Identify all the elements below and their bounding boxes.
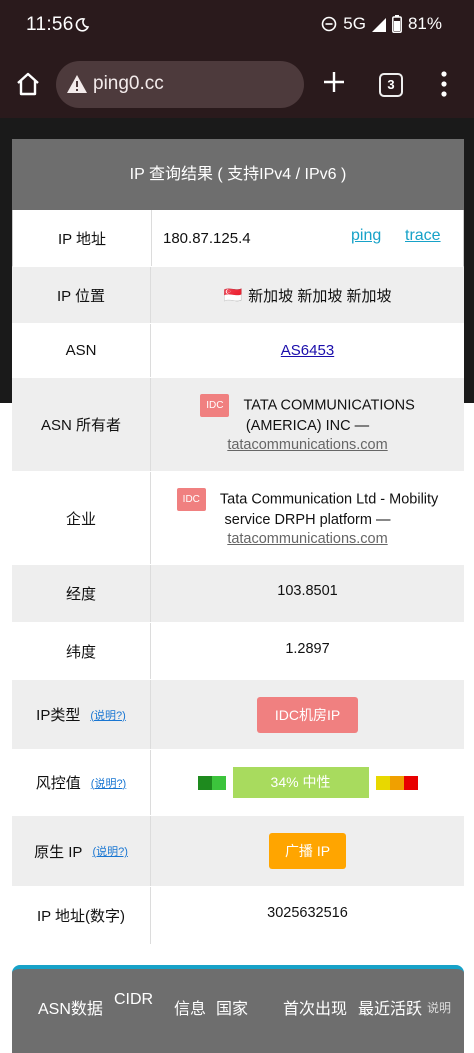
- battery-icon: [392, 15, 402, 33]
- row-native: 原生 IP (说明?) 广播 IP: [12, 816, 464, 887]
- enterprise-domain-link[interactable]: tatacommunications.com: [227, 530, 387, 549]
- new-tab-icon[interactable]: [320, 68, 348, 96]
- row-asn: ASN AS6453: [12, 324, 464, 378]
- trace-link[interactable]: trace: [405, 227, 441, 245]
- row-label: IP 地址: [13, 210, 152, 266]
- row-enterprise: 企业 IDC Tata Communication Ltd - Mobility …: [12, 472, 464, 565]
- native-ip-badge: 广播 IP: [268, 833, 347, 869]
- warning-icon[interactable]: [66, 74, 88, 94]
- column-header: 说明: [427, 1001, 452, 1015]
- row-asn-owner: ASN 所有者 IDC TATA COMMUNICATIONS (AMERICA)…: [12, 378, 464, 472]
- row-label: 风控值: [35, 775, 81, 792]
- risk-segment-low: [197, 775, 212, 790]
- ip-result-table: IP 查询结果 ( 支持IPv4 / IPv6 ) IP 地址 180.87.1…: [12, 139, 464, 945]
- row-ip-type: IP类型 (说明?) IDC机房IP: [12, 680, 464, 750]
- idc-tag: IDC: [176, 487, 206, 511]
- row-risk: 风控值 (说明?) 34% 中性: [12, 750, 464, 816]
- row-label: 企业: [12, 472, 151, 564]
- risk-segment-high: [389, 775, 404, 790]
- home-icon[interactable]: [14, 70, 42, 98]
- enterprise-name: Tata Communication Ltd - Mobility servic…: [219, 490, 439, 528]
- row-label: ASN: [12, 324, 151, 377]
- ip-numeric-value: 3025632516: [267, 905, 348, 921]
- row-label: 原生 IP: [34, 843, 83, 861]
- dnd-icon: [321, 16, 337, 32]
- address-bar[interactable]: ping0.cc: [56, 61, 304, 108]
- column-header: ASN数据: [38, 1001, 103, 1018]
- battery-level: 81%: [407, 14, 442, 33]
- row-label: IP 地址(数字): [12, 887, 151, 944]
- explain-link[interactable]: (说明?): [92, 843, 127, 859]
- asn-owner-name: TATA COMMUNICATIONS (AMERICA) INC —: [243, 397, 415, 434]
- longitude-value: 103.8501: [277, 583, 338, 599]
- column-header: 国家: [216, 1001, 249, 1018]
- ping-link[interactable]: ping: [351, 227, 381, 245]
- latitude-value: 1.2897: [285, 641, 330, 657]
- asn-link[interactable]: AS6453: [281, 342, 334, 359]
- column-header: CIDR: [114, 991, 154, 1008]
- risk-segment-low: [211, 775, 226, 790]
- row-longitude: 经度 103.8501: [12, 565, 464, 623]
- row-latitude: 纬度 1.2897: [12, 623, 464, 680]
- row-location: IP 位置 🇸🇬 新加坡 新加坡 新加坡: [12, 267, 464, 324]
- row-label: IP类型: [36, 707, 81, 724]
- table-header: IP 查询结果 ( 支持IPv4 / IPv6 ): [12, 139, 464, 210]
- column-header: 最近活跃: [358, 1001, 423, 1018]
- tab-switcher-button[interactable]: 3: [379, 73, 403, 97]
- risk-score-bar: 34% 中性: [232, 767, 369, 798]
- browser-toolbar: ping0.cc 3: [0, 52, 474, 118]
- network-type: 5G: [343, 14, 366, 33]
- ip-type-badge: IDC机房IP: [256, 696, 359, 733]
- row-label: IP 位置: [12, 267, 151, 323]
- row-label: ASN 所有者: [12, 378, 151, 471]
- asn-owner-domain-link[interactable]: tatacommunications.com: [227, 436, 387, 455]
- row-label: 纬度: [12, 623, 151, 679]
- column-header: 首次出现: [283, 1001, 348, 1018]
- row-label: 经度: [12, 565, 151, 622]
- idc-tag: IDC: [200, 394, 230, 417]
- risk-meter: 34% 中性: [197, 767, 418, 798]
- row-ip-numeric: IP 地址(数字) 3025632516: [12, 887, 464, 945]
- clock: 11:56: [26, 14, 74, 35]
- explain-link[interactable]: (说明?): [90, 707, 125, 723]
- risk-segment-high: [375, 775, 390, 790]
- location-value: 新加坡 新加坡 新加坡: [248, 287, 392, 305]
- ip-address-value: 180.87.125.4: [163, 229, 251, 247]
- do-not-disturb-moon-icon: [75, 18, 90, 32]
- risk-segment-high: [403, 775, 418, 790]
- status-icons: 5G 81%: [321, 14, 442, 34]
- row-ip: IP 地址 180.87.125.4 ping trace: [12, 210, 464, 267]
- more-menu-icon[interactable]: [440, 70, 448, 98]
- status-bar: 11:56 5G 81%: [0, 0, 474, 52]
- flag-singapore-icon: 🇸🇬: [223, 287, 243, 304]
- explain-link[interactable]: (说明?): [91, 775, 126, 791]
- signal-icon: [371, 18, 386, 32]
- column-header: 信息: [174, 1001, 207, 1018]
- asn-table-header: ASN数据 CIDR 信息 国家 首次出现 最近活跃 说明: [12, 965, 464, 1053]
- url-text: ping0.cc: [93, 73, 164, 94]
